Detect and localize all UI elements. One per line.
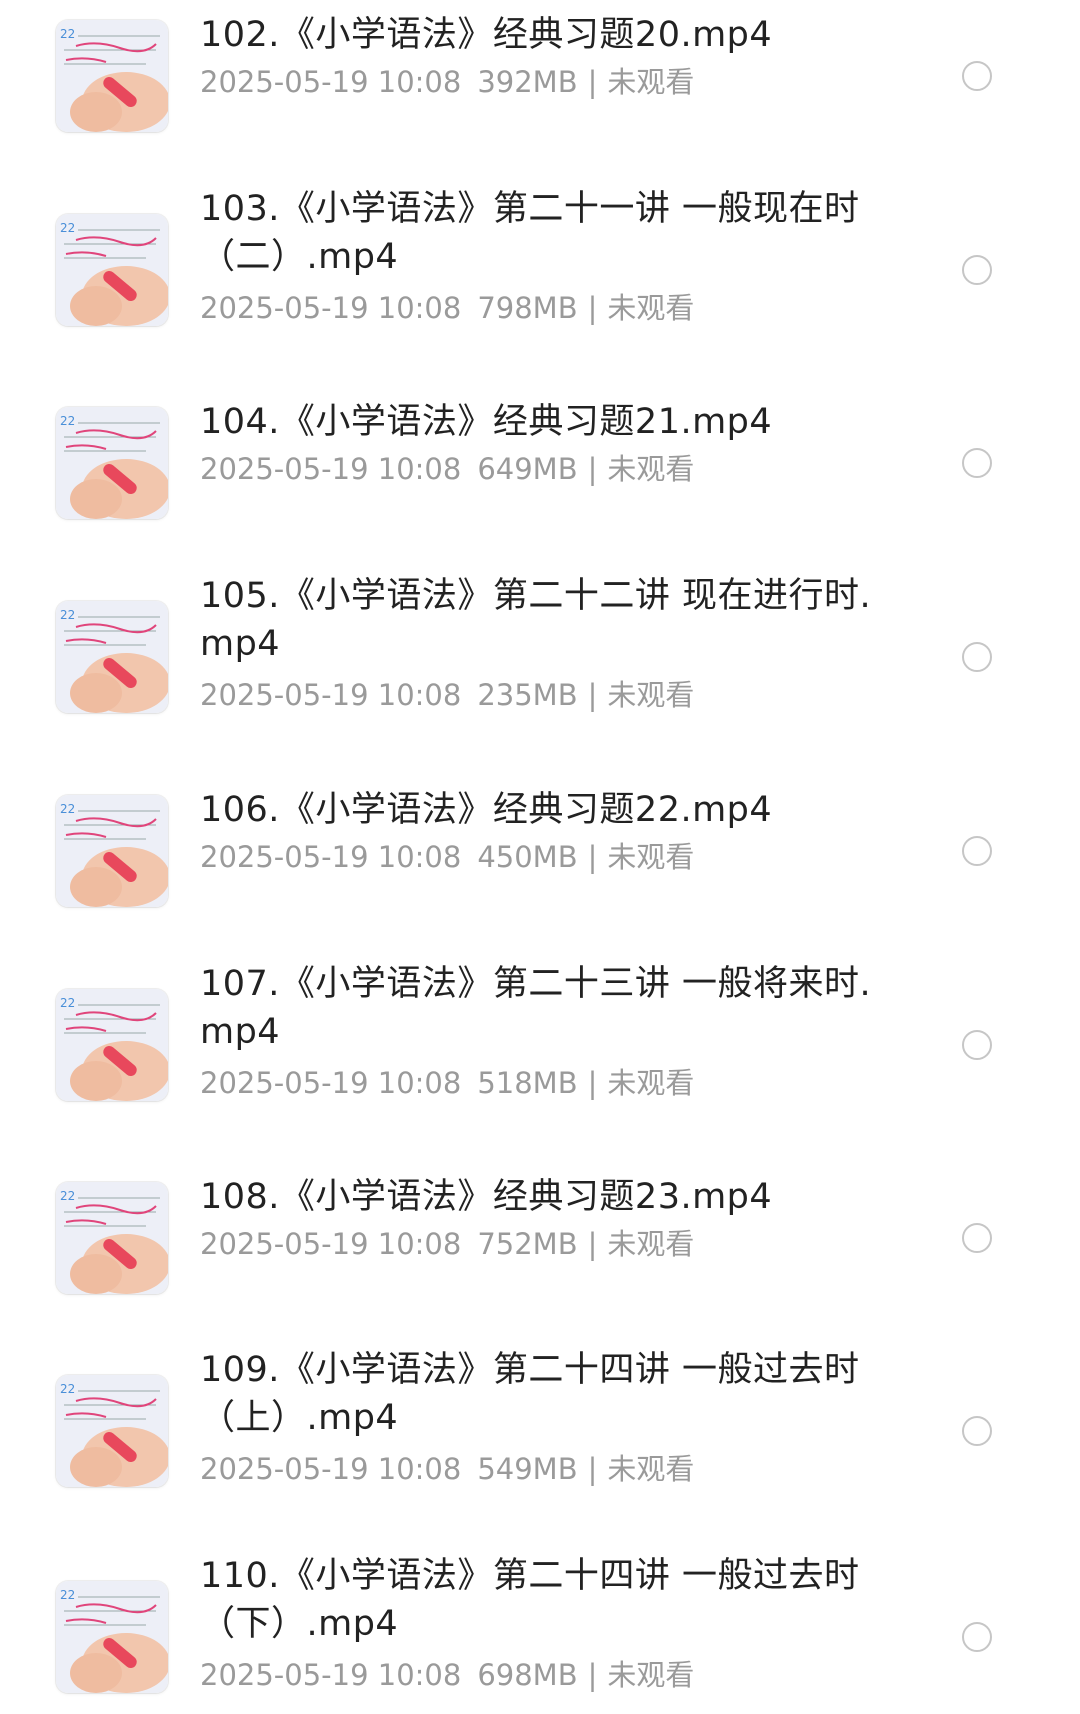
svg-text:22: 22 [60,608,75,622]
file-title: 110.《小学语法》第二十四讲 一般过去时（下）.mp4 [200,1556,860,1644]
file-meta: 2025-05-19 10:08 698MB | 未观看 [200,1656,694,1694]
svg-text:22: 22 [60,1382,75,1396]
file-size: 549MB [477,1452,578,1486]
file-list-item[interactable]: 22 104.《小学语法》经典习题21.mp4 2025-05-19 10:08 64… [0,378,1080,548]
watch-status: 未观看 [607,65,695,99]
file-date: 2025-05-19 10:08 [200,1658,462,1692]
watch-status: 未观看 [607,1227,695,1261]
meta-divider: | [587,291,598,325]
svg-text:22: 22 [60,221,75,235]
select-circle-icon[interactable] [962,61,992,91]
meta-divider: | [587,1227,598,1261]
select-circle-icon[interactable] [962,1622,992,1652]
file-date: 2025-05-19 10:08 [200,291,462,325]
select-circle-icon[interactable] [962,1416,992,1446]
video-thumbnail[interactable]: 22 [56,1375,168,1487]
file-title: 105.《小学语法》第二十二讲 现在进行时.mp4 [200,576,872,664]
video-thumbnail[interactable]: 22 [56,20,168,132]
watch-status: 未观看 [607,291,695,325]
file-list-item[interactable]: 22 102.《小学语法》经典习题20.mp4 2025-05-19 10:08 39… [0,0,1080,161]
file-date: 2025-05-19 10:08 [200,1066,462,1100]
svg-text:22: 22 [60,27,75,41]
file-list-item[interactable]: 22 103.《小学语法》第二十一讲 一般现在时（二）.mp4 2025-05-19… [0,185,1080,355]
file-meta: 2025-05-19 10:08 450MB | 未观看 [200,838,694,876]
select-circle-icon[interactable] [962,836,992,866]
file-date: 2025-05-19 10:08 [200,1227,462,1261]
svg-text:22: 22 [60,1189,75,1203]
watch-status: 未观看 [607,678,695,712]
file-list-item[interactable]: 22 109.《小学语法》第二十四讲 一般过去时（上）.mp4 2025-05-19… [0,1346,1080,1516]
meta-divider: | [587,678,598,712]
file-size: 752MB [477,1227,578,1261]
file-size: 450MB [477,840,578,874]
select-circle-icon[interactable] [962,255,992,285]
watch-status: 未观看 [607,1658,695,1692]
file-size: 649MB [477,452,578,486]
file-size: 392MB [477,65,578,99]
meta-divider: | [587,1658,598,1692]
video-file-list: 22 102.《小学语法》经典习题20.mp4 2025-05-19 10:08 39… [0,0,1080,1714]
meta-divider: | [587,840,598,874]
file-title: 103.《小学语法》第二十一讲 一般现在时（二）.mp4 [200,189,860,277]
select-circle-icon[interactable] [962,642,992,672]
file-meta: 2025-05-19 10:08 518MB | 未观看 [200,1064,694,1102]
watch-status: 未观看 [607,1066,695,1100]
select-circle-icon[interactable] [962,1030,992,1060]
svg-text:22: 22 [60,802,75,816]
file-size: 798MB [477,291,578,325]
file-title: 106.《小学语法》经典习题22.mp4 [200,790,773,830]
video-thumbnail[interactable]: 22 [56,601,168,713]
file-date: 2025-05-19 10:08 [200,840,462,874]
video-thumbnail[interactable]: 22 [56,407,168,519]
file-list-item[interactable]: 22 108.《小学语法》经典习题23.mp4 2025-05-19 10:08 75… [0,1153,1080,1323]
watch-status: 未观看 [607,1452,695,1486]
file-meta: 2025-05-19 10:08 752MB | 未观看 [200,1225,694,1263]
svg-text:22: 22 [60,1588,75,1602]
meta-divider: | [587,1452,598,1486]
select-circle-icon[interactable] [962,448,992,478]
file-size: 698MB [477,1658,578,1692]
watch-status: 未观看 [607,452,695,486]
file-title: 108.《小学语法》经典习题23.mp4 [200,1177,773,1217]
file-list-item[interactable]: 22 110.《小学语法》第二十四讲 一般过去时（下）.mp4 2025-05-19… [0,1552,1080,1714]
file-date: 2025-05-19 10:08 [200,452,462,486]
file-meta: 2025-05-19 10:08 235MB | 未观看 [200,676,694,714]
file-meta: 2025-05-19 10:08 798MB | 未观看 [200,289,694,327]
file-size: 518MB [477,1066,578,1100]
file-list-item[interactable]: 22 105.《小学语法》第二十二讲 现在进行时.mp4 2025-05-19 10… [0,572,1080,742]
svg-text:22: 22 [60,414,75,428]
video-thumbnail[interactable]: 22 [56,1581,168,1693]
file-meta: 2025-05-19 10:08 392MB | 未观看 [200,63,694,101]
video-thumbnail[interactable]: 22 [56,214,168,326]
file-meta: 2025-05-19 10:08 549MB | 未观看 [200,1450,694,1488]
meta-divider: | [587,65,598,99]
file-date: 2025-05-19 10:08 [200,678,462,712]
video-thumbnail[interactable]: 22 [56,989,168,1101]
meta-divider: | [587,1066,598,1100]
select-circle-icon[interactable] [962,1223,992,1253]
file-size: 235MB [477,678,578,712]
file-date: 2025-05-19 10:08 [200,1452,462,1486]
file-title: 109.《小学语法》第二十四讲 一般过去时（上）.mp4 [200,1350,860,1438]
video-thumbnail[interactable]: 22 [56,1182,168,1294]
file-title: 104.《小学语法》经典习题21.mp4 [200,402,773,442]
file-title: 107.《小学语法》第二十三讲 一般将来时.mp4 [200,964,872,1052]
meta-divider: | [587,452,598,486]
watch-status: 未观看 [607,840,695,874]
file-title: 102.《小学语法》经典习题20.mp4 [200,15,773,55]
svg-text:22: 22 [60,996,75,1010]
file-date: 2025-05-19 10:08 [200,65,462,99]
file-meta: 2025-05-19 10:08 649MB | 未观看 [200,450,694,488]
video-thumbnail[interactable]: 22 [56,795,168,907]
file-list-item[interactable]: 22 106.《小学语法》经典习题22.mp4 2025-05-19 10:08 45… [0,766,1080,936]
file-list-item[interactable]: 22 107.《小学语法》第二十三讲 一般将来时.mp4 2025-05-19 10… [0,960,1080,1130]
